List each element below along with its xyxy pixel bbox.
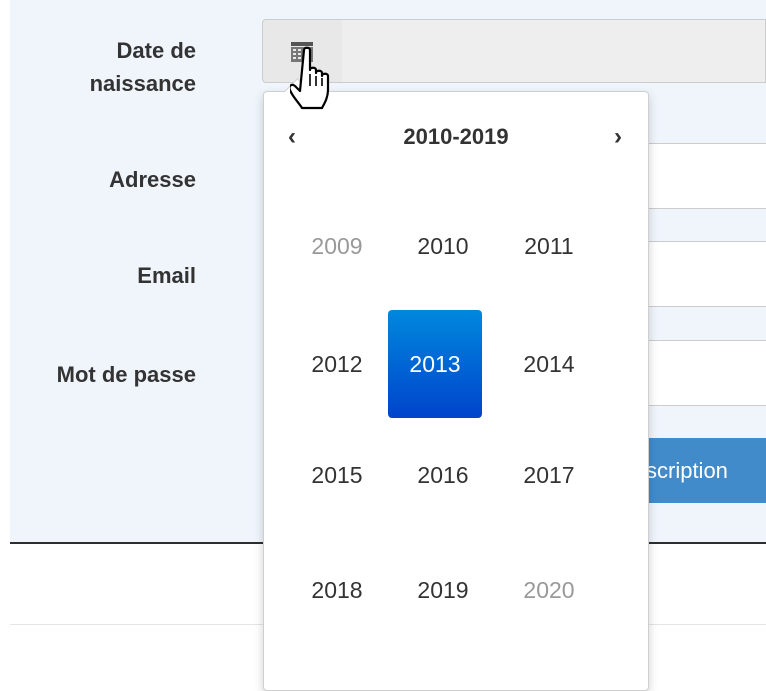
birth-date-label-line1: Date de — [116, 38, 196, 63]
birth-date-label-line2: naissance — [89, 71, 196, 96]
year-cell[interactable]: 2018 — [290, 536, 384, 644]
year-cell[interactable]: 2009 — [290, 192, 384, 300]
year-cell[interactable]: 2019 — [396, 536, 490, 644]
email-label: Email — [137, 263, 196, 288]
year-cell[interactable]: 2015 — [290, 421, 384, 529]
year-cell[interactable]: 2010 — [396, 192, 490, 300]
email-input[interactable] — [630, 241, 766, 307]
year-cell-selected[interactable]: 2013 — [388, 310, 482, 418]
address-input[interactable] — [630, 143, 766, 209]
birth-date-label: Date de naissance — [0, 34, 196, 100]
password-label: Mot de passe — [56, 362, 196, 387]
year-datepicker: 2010-2019 ‹ › 2009 2010 2011 2012 2013 2… — [263, 78, 649, 691]
year-cell[interactable]: 2017 — [502, 421, 596, 529]
year-cell[interactable]: 2016 — [396, 421, 490, 529]
birth-date-input[interactable] — [342, 19, 766, 83]
year-cell[interactable]: 2014 — [502, 310, 596, 418]
decade-label: 2010-2019 — [403, 124, 509, 149]
year-cell[interactable]: 2012 — [290, 310, 384, 418]
next-decade-button[interactable]: › — [614, 122, 622, 152]
password-input[interactable] — [630, 340, 766, 406]
year-cell[interactable]: 2011 — [502, 192, 596, 300]
prev-decade-button[interactable]: ‹ — [288, 122, 296, 152]
address-label: Adresse — [109, 167, 196, 192]
hand-pointer-icon — [290, 46, 330, 110]
year-cell[interactable]: 2020 — [502, 536, 596, 644]
decade-switch[interactable]: 2010-2019 — [264, 122, 648, 152]
